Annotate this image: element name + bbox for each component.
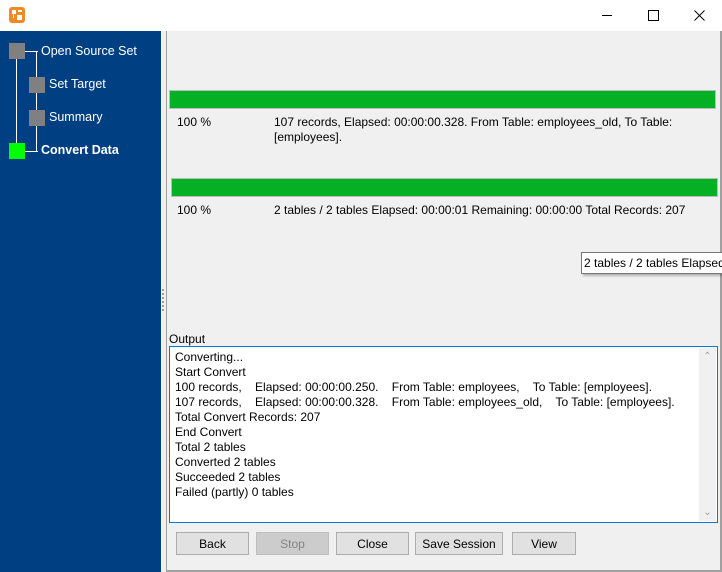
step-open-source-set-marker [9, 43, 25, 59]
close-window-button[interactable] [676, 0, 722, 31]
step-set-target-marker [29, 77, 45, 93]
output-line: Converting... [175, 350, 244, 364]
output-scrollbar[interactable]: ⌃ ⌄ [699, 348, 716, 521]
table-progress-detail-cont: [employees]. [274, 130, 343, 144]
table-progress-percent: 100 % [177, 115, 212, 129]
output-line: 107 records, Elapsed: 00:00:00.328. From… [175, 395, 675, 409]
app-convert-icon [9, 7, 25, 23]
total-progress-percent: 100 % [177, 203, 212, 217]
output-label: Output [169, 332, 206, 346]
step-convert-data-marker [9, 143, 25, 159]
step-convert-data[interactable]: Convert Data [41, 143, 119, 157]
output-line: 100 records, Elapsed: 00:00:00.250. From… [175, 380, 652, 394]
back-button[interactable]: Back [176, 532, 249, 555]
wizard-steps-sidebar: Open Source Set Set Target Summary Conve… [0, 31, 161, 572]
step-summary-marker [29, 110, 45, 126]
output-log-lines: Converting... Start Convert 100 records, E… [175, 350, 675, 500]
tree-connector [16, 59, 17, 151]
table-progress-bar [169, 90, 716, 109]
stop-button[interactable]: Stop [256, 532, 329, 555]
tree-connector [25, 151, 38, 152]
close-icon [693, 10, 705, 21]
table-progress-detail: 107 records, Elapsed: 00:00:00.328. From… [274, 115, 673, 129]
total-progress-bar [171, 178, 718, 197]
total-progress-detail: 2 tables / 2 tables Elapsed: 00:00:01 Re… [274, 203, 686, 217]
step-set-target[interactable]: Set Target [49, 77, 106, 91]
title-bar [0, 0, 722, 31]
output-line: Total 2 tables [175, 440, 246, 454]
table-progress-fill [170, 91, 715, 108]
scroll-up-icon[interactable]: ⌃ [699, 348, 716, 365]
step-open-source-set[interactable]: Open Source Set [41, 44, 137, 58]
scroll-down-icon[interactable]: ⌄ [699, 504, 716, 521]
progress-tooltip: 2 tables / 2 tables Elapsed: 00:00:01 [581, 252, 722, 274]
maximize-icon [647, 10, 659, 21]
step-summary[interactable]: Summary [49, 110, 102, 124]
output-line: Converted 2 tables [175, 455, 276, 469]
output-line: Start Convert [175, 365, 246, 379]
output-line: Succeeded 2 tables [175, 470, 281, 484]
minimize-button[interactable] [584, 0, 630, 31]
output-line: Failed (partly) 0 tables [175, 485, 294, 499]
minimize-icon [602, 15, 612, 16]
save-session-button[interactable]: Save Session [415, 532, 503, 555]
tree-connector [36, 51, 37, 151]
total-progress-fill [172, 179, 717, 196]
output-line: Total Convert Records: 207 [175, 410, 321, 424]
view-button[interactable]: View [512, 532, 576, 555]
maximize-button[interactable] [630, 0, 676, 31]
close-button[interactable]: Close [336, 532, 409, 555]
output-line: End Convert [175, 425, 242, 439]
output-log[interactable]: Converting... Start Convert 100 records, E… [169, 346, 718, 523]
